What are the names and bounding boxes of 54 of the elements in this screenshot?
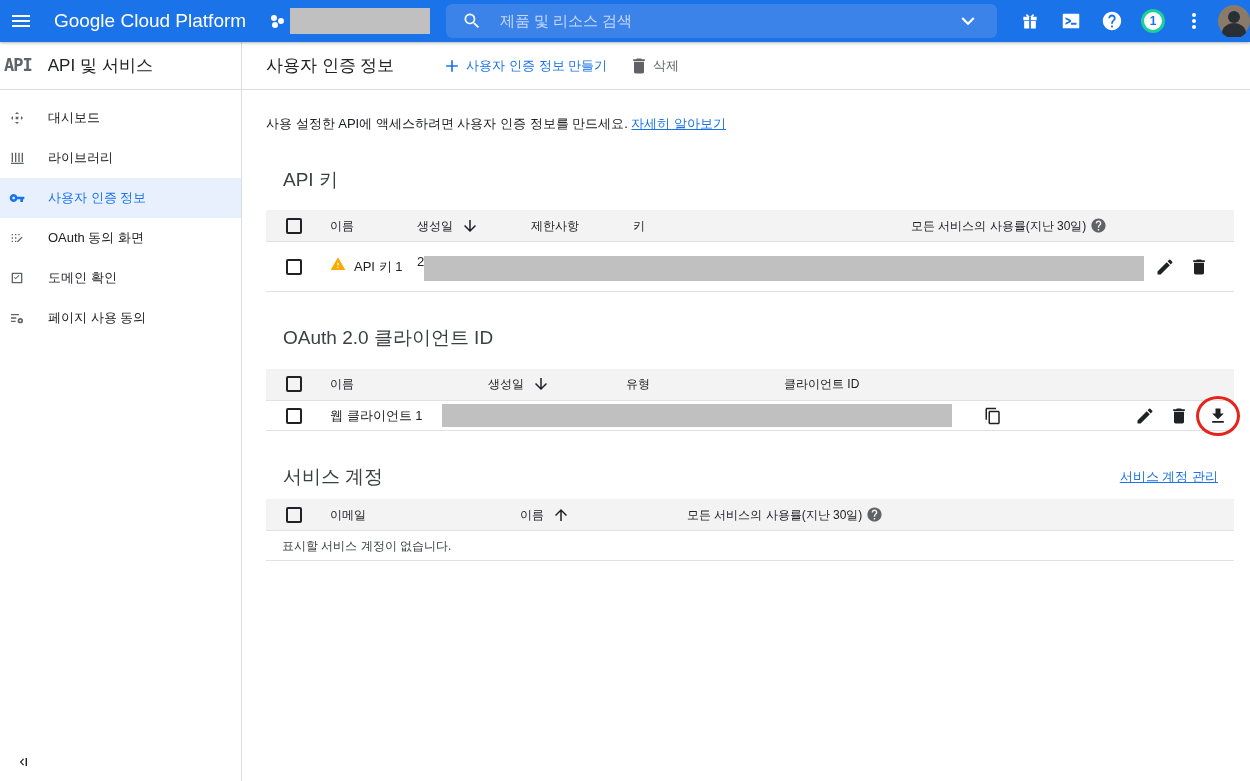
sidebar-item[interactable]: OAuth 동의 화면 — [0, 218, 241, 258]
copy-icon — [984, 406, 1002, 425]
checkbox[interactable] — [286, 407, 302, 424]
client-name[interactable]: 웹 클라이언트 1 — [330, 405, 442, 426]
column-header: 이름 — [330, 376, 354, 393]
checkbox[interactable] — [286, 258, 302, 275]
notifications-button[interactable]: 1 — [1136, 4, 1170, 38]
column-header: 생성일 — [417, 217, 453, 235]
api-logo: API — [4, 53, 32, 77]
gift-icon — [1020, 11, 1040, 31]
edit-icon — [1155, 256, 1175, 277]
edit-icon — [1135, 405, 1155, 426]
column-header: 클라이언트 ID — [784, 376, 860, 393]
sidebar-item[interactable]: 페이지 사용 동의 — [0, 298, 241, 338]
column-header: 이름 — [520, 506, 544, 524]
created-date: 2 — [417, 252, 425, 271]
section-title: API 키 — [282, 167, 339, 192]
checkbox-icon — [9, 270, 25, 286]
library-icon — [9, 150, 25, 166]
intro-text: 사용 설정한 API에 액세스하려면 사용자 인증 정보를 만드세요. 자세히 알아보기 — [266, 115, 728, 133]
key-name[interactable]: API 키 1 — [354, 255, 403, 278]
column-header: 모든 서비스의 사용률(지난 30일) — [687, 506, 863, 524]
move-icon — [9, 110, 25, 126]
empty-message: 표시할 서비스 계정이 없습니다. — [281, 537, 453, 555]
warning-icon — [330, 255, 346, 272]
manage-service-accounts-link[interactable]: 서비스 계정 관리 — [1119, 467, 1218, 487]
section-title: OAuth 2.0 클라이언트 ID — [282, 326, 495, 350]
download-button[interactable] — [1196, 395, 1240, 436]
project-icon — [270, 13, 287, 29]
search-input[interactable]: 제품 및 리소스 검색 — [497, 8, 955, 34]
learn-more-link[interactable]: 자세히 알아보기 — [631, 116, 727, 131]
column-header: 생성일 — [488, 376, 524, 393]
checkbox[interactable] — [286, 376, 302, 392]
sidebar-title: API 및 서비스 — [47, 54, 153, 77]
column-header: 제한사항 — [531, 217, 579, 235]
sidebar-item[interactable]: 사용자 인증 정보 — [0, 178, 241, 218]
avatar[interactable] — [1218, 5, 1250, 37]
help-icon — [1101, 10, 1123, 32]
column-header: 모든 서비스의 사용률(지난 30일) — [911, 217, 1087, 235]
column-header: 키 — [633, 217, 645, 235]
sidebar-item[interactable]: 대시보드 — [0, 98, 241, 138]
more-icon — [1191, 12, 1197, 30]
create-button[interactable]: 사용자 인증 정보 만들기 — [442, 55, 608, 76]
sidebar-item[interactable]: 도메인 확인 — [0, 258, 241, 298]
page-title: 사용자 인증 정보 — [266, 54, 395, 77]
section-title: 서비스 계정 — [282, 464, 384, 489]
search-field[interactable]: 제품 및 리소스 검색 — [445, 4, 997, 38]
checkbox[interactable] — [286, 506, 302, 523]
column-header: 이름 — [330, 217, 354, 235]
app-title: Google Cloud Platform — [53, 8, 247, 33]
column-header: 유형 — [626, 376, 650, 393]
column-header: 이메일 — [330, 506, 366, 524]
sidebar-item[interactable]: 라이브러리 — [0, 138, 241, 178]
checkbox[interactable] — [286, 217, 302, 234]
